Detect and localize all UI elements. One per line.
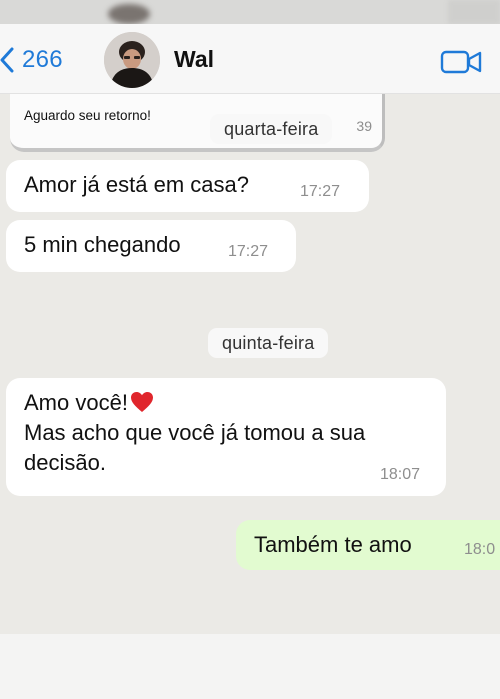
message-text: 5 min chegando xyxy=(24,232,181,257)
chat-area[interactable]: Aguardo seu retorno! 39 quarta-feira Amo… xyxy=(0,94,500,634)
video-camera-icon xyxy=(440,50,482,74)
heart-icon xyxy=(130,392,153,412)
video-call-button[interactable] xyxy=(440,48,484,76)
chat-header: 266 Wal xyxy=(0,24,500,94)
avatar[interactable] xyxy=(104,32,160,88)
message-bubble[interactable]: 5 min chegando 17:27 xyxy=(6,220,296,272)
chevron-left-icon xyxy=(0,47,14,73)
bottom-area xyxy=(0,634,500,699)
message-text-line: Amo você! xyxy=(24,388,154,418)
quoted-message-text: Aguardo seu retorno! xyxy=(24,108,151,123)
message-time: 18:0 xyxy=(464,541,496,558)
message-time: 17:27 xyxy=(228,243,269,260)
blurred-shape xyxy=(448,0,500,24)
contact-name[interactable]: Wal xyxy=(174,46,214,73)
message-bubble[interactable]: Amor já está em casa? 17:27 xyxy=(6,160,369,212)
back-button[interactable]: 266 xyxy=(0,46,63,74)
message-text: Amor já está em casa? xyxy=(24,172,249,197)
quoted-message-time: 39 xyxy=(356,118,372,134)
message-time: 18:07 xyxy=(380,466,421,483)
blurred-shape xyxy=(108,4,150,24)
date-separator: quinta-feira xyxy=(208,328,329,358)
avatar-image xyxy=(104,32,160,88)
outgoing-message-bubble[interactable]: Também te amo 18:0 xyxy=(236,520,500,570)
message-time: 17:27 xyxy=(300,183,341,200)
message-bubble[interactable]: Amo você! Mas acho que você já tomou a s… xyxy=(6,378,446,496)
message-text: decisão. xyxy=(24,450,106,475)
unread-count: 266 xyxy=(22,46,63,73)
date-separator: quarta-feira xyxy=(210,114,333,144)
message-text: Mas acho que você já tomou a sua xyxy=(24,420,366,445)
message-text: Também te amo xyxy=(254,532,412,557)
message-text: Amo você! xyxy=(24,390,128,415)
top-strip xyxy=(0,0,500,24)
